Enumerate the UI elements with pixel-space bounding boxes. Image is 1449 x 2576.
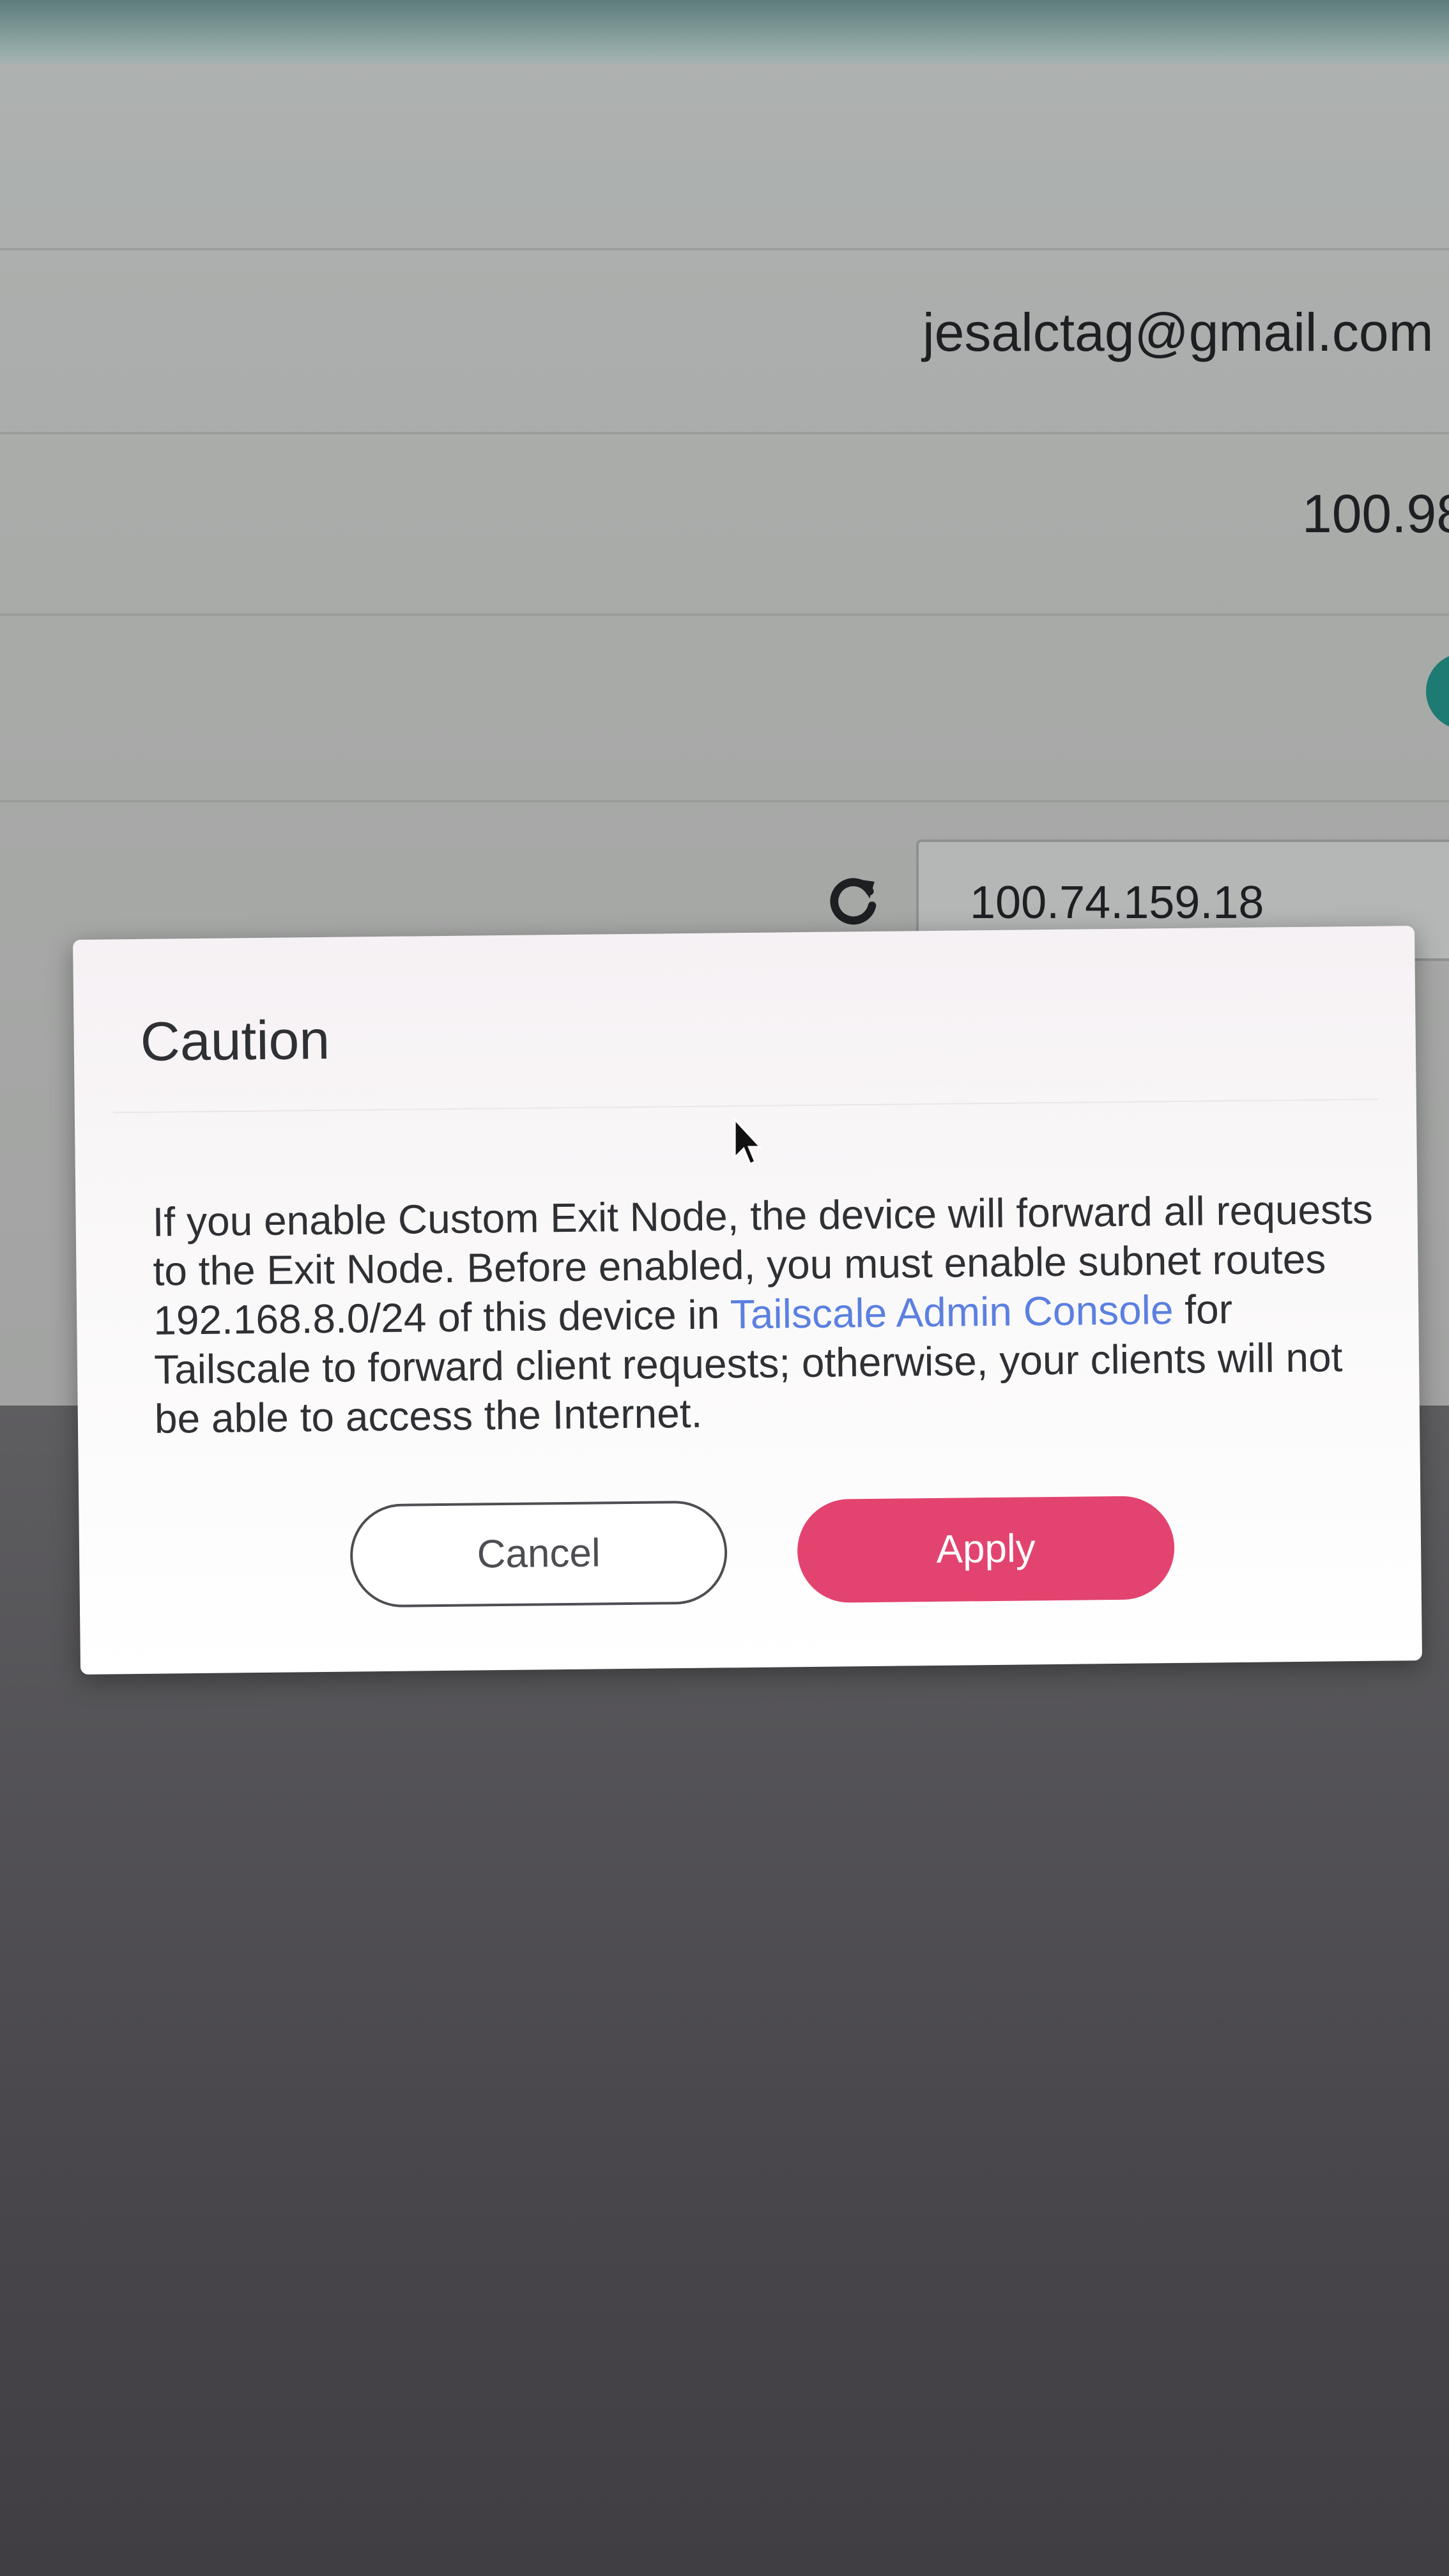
row-divider bbox=[0, 248, 1449, 250]
dialog-title: Caution bbox=[140, 1009, 330, 1073]
dialog-message: If you enable Custom Exit Node, the devi… bbox=[152, 1185, 1388, 1444]
row-divider bbox=[0, 800, 1449, 802]
device-ip: 100.98 bbox=[1302, 484, 1449, 544]
apply-button[interactable]: Apply bbox=[797, 1496, 1175, 1604]
refresh-icon[interactable] bbox=[824, 872, 882, 930]
mouse-pointer-icon bbox=[733, 1117, 763, 1166]
tailscale-admin-console-link[interactable]: Tailscale Admin Console bbox=[730, 1287, 1173, 1337]
account-email: jesalctag@gmail.com bbox=[923, 302, 1434, 362]
cancel-button[interactable]: Cancel bbox=[349, 1500, 728, 1608]
row-divider bbox=[0, 432, 1449, 434]
enable-toggle[interactable] bbox=[1426, 653, 1449, 730]
top-bar bbox=[0, 0, 1449, 64]
row-divider bbox=[0, 613, 1449, 616]
account-row: jesalctag@gmail.com U bbox=[923, 302, 1449, 364]
caution-dialog: Caution If you enable Custom Exit Node, … bbox=[73, 926, 1422, 1675]
dialog-divider bbox=[112, 1098, 1378, 1114]
